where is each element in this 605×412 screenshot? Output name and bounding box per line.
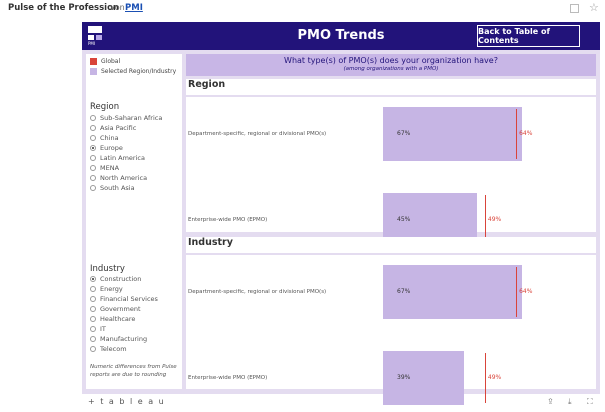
share-icon[interactable]: ⇪ (547, 397, 554, 406)
legend-label: Global (101, 58, 121, 65)
industry-chart: Department-specific, regional or divisio… (186, 255, 596, 405)
radio-unselected-icon[interactable] (90, 336, 96, 342)
radio-option-label: China (100, 134, 119, 142)
legend-selected: Selected Region/Industry (90, 68, 176, 75)
radio-unselected-icon[interactable] (90, 306, 96, 312)
legend-global: Global (90, 58, 120, 65)
back-to-toc-button[interactable]: Back to Table of Contents (477, 25, 580, 47)
radio-option-label: Financial Services (100, 295, 158, 303)
radio-option[interactable]: Asia Pacific (90, 123, 162, 133)
author-prefix: von (110, 3, 125, 12)
radio-option-label: Europe (100, 144, 123, 152)
chart-bar-value: 67% (397, 288, 411, 295)
fullscreen-icon[interactable]: ⛶ (587, 397, 593, 407)
radio-option[interactable]: North America (90, 173, 162, 183)
radio-unselected-icon[interactable] (90, 296, 96, 302)
radio-option[interactable]: Telecom (90, 344, 158, 354)
tableau-logo: + t a b l e a u (88, 397, 166, 406)
chart-global-value: 64% (519, 130, 533, 137)
radio-option-label: Telecom (100, 345, 127, 353)
chart-global-value: 49% (487, 216, 502, 223)
radio-unselected-icon[interactable] (90, 125, 96, 131)
radio-option-label: Manufacturing (100, 335, 148, 343)
radio-option[interactable]: South Asia (90, 183, 162, 193)
radio-option-label: Construction (100, 275, 142, 283)
chart-row-label: Department-specific, regional or divisio… (188, 131, 327, 137)
radio-option-label: Asia Pacific (100, 124, 137, 132)
radio-option[interactable]: MENA (90, 163, 162, 173)
dashboard-header: PMI PMO Trends Back to Table of Contents (82, 22, 600, 50)
workbook-title: Pulse of the Profession (8, 3, 119, 13)
question-title: What type(s) of PMO(s) does your organiz… (284, 56, 498, 65)
region-radio-list: Sub-Saharan Africa Asia Pacific China Europ… (90, 113, 162, 193)
legend-swatch-global (90, 58, 97, 65)
radio-selected-icon[interactable] (90, 145, 96, 151)
region-section-title: Region (186, 79, 596, 95)
radio-option[interactable]: Manufacturing (90, 334, 158, 344)
radio-option-label: Energy (100, 285, 123, 293)
radio-option-label: Government (100, 305, 141, 313)
radio-unselected-icon[interactable] (90, 175, 96, 181)
page-root: Pulse of the Profession von PMI ☆ PMI PM… (0, 0, 605, 412)
industry-radio-list: Construction Energy Financial Services Gove… (90, 274, 158, 354)
chart-bar-value: 39% (397, 374, 411, 381)
radio-option[interactable]: Financial Services (90, 294, 158, 304)
workbook-topbar: Pulse of the Profession von PMI ☆ (0, 0, 605, 18)
radio-option[interactable]: Sub-Saharan Africa (90, 113, 162, 123)
radio-option[interactable]: Energy (90, 284, 158, 294)
radio-option[interactable]: Europe (90, 143, 162, 153)
radio-option-label: Latin America (100, 154, 145, 162)
radio-unselected-icon[interactable] (90, 165, 96, 171)
radio-option[interactable]: Construction (90, 274, 158, 284)
radio-option-label: Sub-Saharan Africa (100, 114, 163, 122)
radio-unselected-icon[interactable] (90, 316, 96, 322)
radio-unselected-icon[interactable] (90, 135, 96, 141)
question-box: What type(s) of PMO(s) does your organiz… (186, 54, 596, 76)
chart-row-label: Department-specific, regional or divisio… (188, 289, 327, 295)
chart-bar-value: 67% (397, 130, 411, 137)
radio-option-label: North America (100, 174, 148, 182)
industry-section-title: Industry (186, 237, 596, 253)
legend-swatch-selected (90, 68, 97, 75)
radio-option-label: Healthcare (100, 315, 136, 323)
download-icon[interactable]: ⤓ (568, 397, 572, 407)
radio-option-label: MENA (100, 164, 120, 172)
chart-global-marker (516, 109, 518, 159)
radio-unselected-icon[interactable] (90, 155, 96, 161)
tableau-toolbar: + t a b l e a u ⇪ ⤓ ⛶ (82, 396, 600, 410)
radio-unselected-icon[interactable] (90, 286, 96, 292)
filter-panel: Global Selected Region/Industry Region S… (86, 54, 182, 389)
chart-row-label: Enterprise-wide PMO (EPMO) (188, 217, 268, 223)
chart-global-value: 49% (487, 374, 502, 381)
radio-option[interactable]: IT (90, 324, 158, 334)
radio-option[interactable]: Healthcare (90, 314, 158, 324)
legend-label: Selected Region/Industry (101, 68, 177, 75)
radio-unselected-icon[interactable] (90, 185, 96, 191)
radio-unselected-icon[interactable] (90, 346, 96, 352)
dashboard: PMI PMO Trends Back to Table of Contents… (82, 22, 600, 405)
chart-row-label: Enterprise-wide PMO (EPMO) (188, 375, 268, 381)
chart-global-marker (516, 267, 518, 317)
radio-option-label: South Asia (100, 184, 135, 192)
author-link[interactable]: PMI (125, 3, 143, 13)
radio-option[interactable]: Latin America (90, 153, 162, 163)
region-filter-label: Region (90, 102, 120, 112)
radio-option-label: IT (100, 325, 106, 333)
region-chart: Department-specific, regional or divisio… (186, 97, 596, 247)
radio-unselected-icon[interactable] (90, 115, 96, 121)
radio-option[interactable]: Government (90, 304, 158, 314)
radio-unselected-icon[interactable] (90, 326, 96, 332)
chart-bar-value: 45% (397, 216, 411, 223)
radio-option[interactable]: China (90, 133, 162, 143)
star-icon[interactable]: ☆ (589, 1, 599, 14)
rounding-note: Numeric differences from Pulse reports a… (90, 364, 177, 378)
copy-icon[interactable] (570, 4, 579, 13)
question-subtitle: (among organizations with a PMO) (343, 66, 439, 72)
industry-filter-label: Industry (90, 264, 125, 274)
radio-selected-icon[interactable] (90, 276, 96, 282)
chart-global-value: 64% (519, 288, 533, 295)
